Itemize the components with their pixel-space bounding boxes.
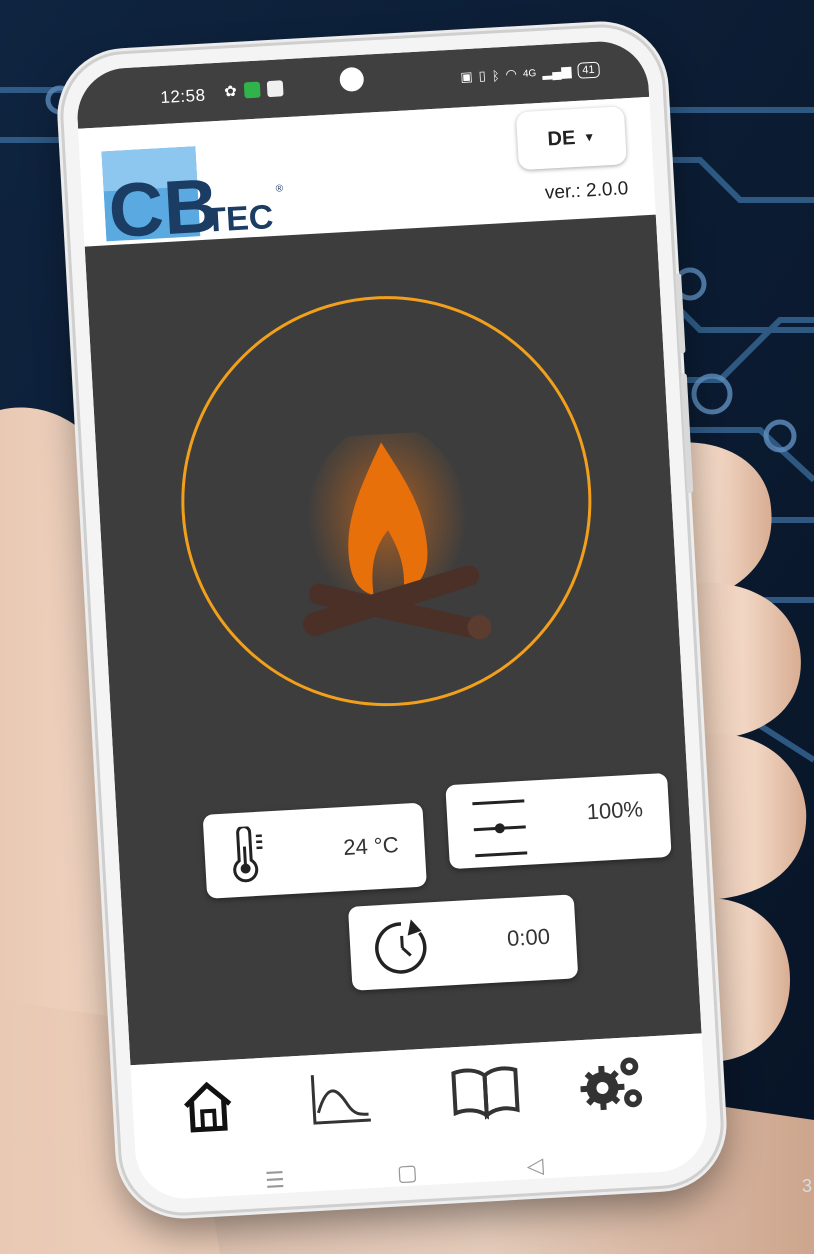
phone-frame: 12:58 ✿ ▣ ▯ ᛒ ◠ 4G ▂▄▆ 41 CB TEC ® DE ▼ … bbox=[60, 24, 724, 1216]
back-icon[interactable]: ◁ bbox=[526, 1152, 544, 1179]
temperature-card[interactable]: 24 °C bbox=[202, 802, 427, 899]
network-type: 4G bbox=[522, 67, 537, 80]
signal-icon: ▂▄▆ bbox=[541, 63, 572, 80]
timer-card[interactable]: 0:00 bbox=[347, 894, 579, 991]
svg-text:®: ® bbox=[275, 183, 284, 194]
bluetooth-icon: ᛒ bbox=[491, 67, 501, 84]
slider-level-icon bbox=[468, 795, 532, 867]
nfc-icon: ▣ bbox=[459, 68, 474, 85]
status-notification-icons: ✿ bbox=[223, 79, 284, 101]
wifi-icon: ◠ bbox=[505, 66, 518, 82]
menu-icon[interactable]: ☰ bbox=[264, 1167, 285, 1194]
chart-icon bbox=[310, 1075, 371, 1125]
language-label: DE bbox=[546, 126, 576, 151]
language-dropdown[interactable]: DE ▼ bbox=[515, 106, 627, 171]
nav-chart[interactable] bbox=[303, 1066, 376, 1134]
settings-icon bbox=[580, 1057, 643, 1111]
timer-refresh-icon bbox=[371, 916, 435, 984]
home-icon bbox=[184, 1081, 232, 1133]
power-card[interactable]: 100% bbox=[445, 772, 672, 870]
phone-screen: 12:58 ✿ ▣ ▯ ᛒ ◠ 4G ▂▄▆ 41 CB TEC ® DE ▼ … bbox=[74, 38, 710, 1202]
status-time: 12:58 bbox=[159, 85, 206, 108]
nav-settings[interactable] bbox=[579, 1050, 652, 1118]
nav-home[interactable] bbox=[171, 1073, 244, 1141]
front-camera bbox=[339, 66, 365, 93]
gear-status-icon: ✿ bbox=[223, 82, 238, 101]
caret-down-icon: ▼ bbox=[582, 129, 596, 145]
phone-call-icon bbox=[243, 81, 261, 99]
timer-value: 0:00 bbox=[506, 923, 551, 952]
message-icon bbox=[266, 80, 284, 98]
home-button-icon[interactable]: ▢ bbox=[396, 1159, 418, 1186]
nav-manual[interactable] bbox=[449, 1058, 522, 1126]
power-value: 100% bbox=[586, 796, 644, 825]
status-system-icons: ▣ ▯ ᛒ ◠ 4G ▂▄▆ 41 bbox=[459, 61, 601, 86]
temperature-value: 24 °C bbox=[342, 832, 400, 861]
battery-indicator: 41 bbox=[576, 61, 601, 79]
book-icon bbox=[451, 1066, 520, 1120]
logo-secondary-text: TEC bbox=[204, 198, 274, 240]
stove-status-panel: 24 °C 100% 0:00 bbox=[84, 214, 702, 1066]
page-number: 3 bbox=[801, 1176, 812, 1196]
vibrate-icon: ▯ bbox=[478, 67, 487, 84]
app-version: ver.: 2.0.0 bbox=[544, 178, 629, 204]
thermometer-icon bbox=[225, 825, 268, 888]
campfire-icon bbox=[283, 424, 495, 665]
